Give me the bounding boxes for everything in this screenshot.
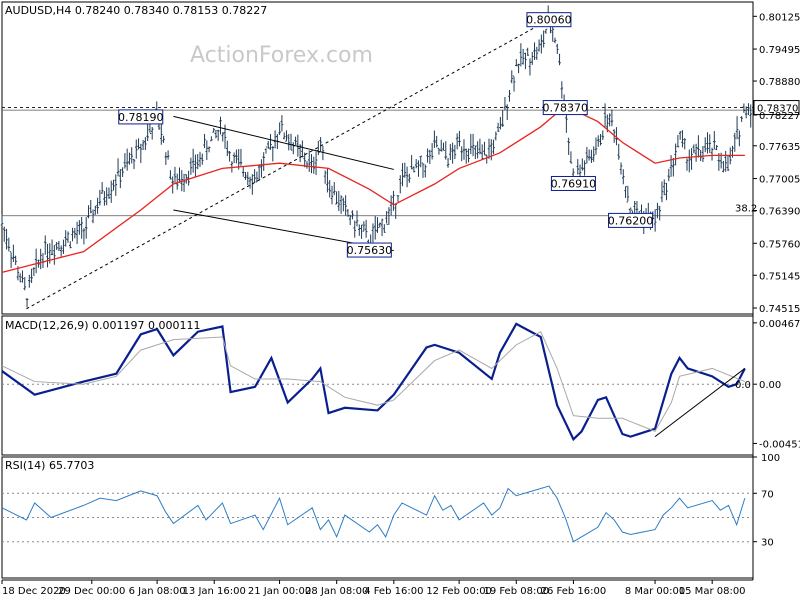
price-annotation-label: 0.78370 [543,102,589,115]
price-ytick-label: 0.76390 [759,207,800,218]
audusd-chart: ActionForex.com 0.80125 0.79495 0.78880 0.78… [0,0,800,600]
xtick-label: 21 Jan 00:00 [248,586,311,597]
price-ytick-label: 0.75760 [759,239,800,250]
price-annotation-label: 0.80060 [526,14,572,27]
price-annotation-label: 0.76200 [608,214,654,227]
price-annotation-label: 0.78190 [118,111,164,124]
xtick-label: 8 Mar 00:00 [625,586,685,597]
rsi-ytick-label: 70 [761,489,774,500]
xtick-label: 26 Feb 16:00 [541,586,607,597]
current-price-tag-label: 0.78370 [757,104,798,115]
xtick-label: 18 Dec 2020 [2,586,66,597]
xtick-label: 6 Jan 08:00 [129,586,186,597]
watermark-text: ActionForex.com [190,43,373,68]
macd-ytick-label: -0.004519 [759,439,800,450]
xtick-label: 15 Mar 08:00 [679,586,746,597]
xtick-label: 29 Dec 00:00 [58,586,125,597]
price-annotation-label: 0.75630 [347,244,393,257]
price-ytick-label: 0.77005 [759,175,800,186]
macd-ytick-label: 0.004677 [759,319,800,330]
price-ytick-label: 0.79495 [759,45,800,56]
xtick-label: 19 Feb 08:00 [483,586,549,597]
macd-zero-value-label: 0.0 [735,380,751,391]
price-panel-title: AUDUSD,H4 0.78240 0.78340 0.78153 0.7822… [5,4,267,17]
macd-ytick-label: 0.00 [759,380,781,391]
rsi-ytick-label: 100 [761,453,780,464]
price-ytick-label: 0.75145 [759,271,800,282]
price-ytick-label: 0.78880 [759,77,800,88]
price-ytick-label: 0.74515 [759,304,800,315]
rsi-panel-title: RSI(14) 65.7703 [5,459,94,472]
xtick-label: 4 Feb 16:00 [364,586,423,597]
price-ytick-label: 0.77635 [759,142,800,153]
rsi-ytick-label: 30 [761,538,774,549]
price-ytick-label: 0.80125 [759,12,800,23]
macd-panel-title: MACD(12,26,9) 0.001197 0.000111 [5,319,201,332]
xtick-label: 13 Jan 16:00 [183,586,246,597]
xtick-label: 12 Feb 00:00 [426,586,492,597]
xtick-label: 28 Jan 08:00 [305,586,368,597]
chart-canvas: ActionForex.com 0.80125 0.79495 0.78880 0.78… [0,0,800,600]
fib-label: 38.2 [735,204,757,215]
price-annotation-label: 0.76910 [551,177,597,190]
